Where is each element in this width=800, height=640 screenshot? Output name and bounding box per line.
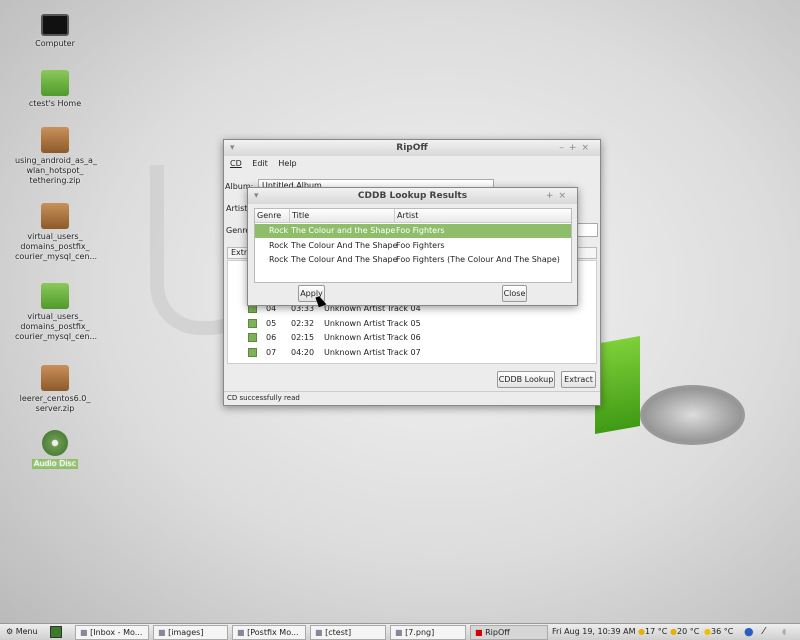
taskbar-button[interactable]: ■ [Inbox - Mo... <box>75 625 149 640</box>
desktop-icon-label: Computer <box>35 39 75 48</box>
result-genre: Rock <box>269 255 289 264</box>
track-checkbox[interactable] <box>248 318 257 328</box>
volume-icon[interactable]: ◖ <box>782 624 786 640</box>
clock[interactable]: Fri Aug 19, 10:39 AM <box>552 624 635 640</box>
col-artist[interactable]: Artist <box>394 209 418 222</box>
desktop-icon-label: leerer_centos6.0_ server.zip <box>19 394 91 413</box>
menu-cd[interactable]: CD <box>230 159 242 168</box>
result-row[interactable]: Rock The Colour And The Shape Foo Fighte… <box>255 239 571 253</box>
desktop-icon-folder[interactable]: virtual_users_ domains_postfix_ courier_… <box>15 283 98 342</box>
dialog-menu-icon[interactable]: ▾ <box>254 188 259 204</box>
zip-icon <box>41 127 69 153</box>
close-button[interactable]: Close <box>502 285 527 302</box>
network-icon[interactable]: ⁄ <box>763 624 765 640</box>
desktop-icon-label: Audio Disc <box>31 459 79 469</box>
result-artist: Foo Fighters (The Colour And The Shape) <box>396 255 560 264</box>
window-controls[interactable]: –+× <box>559 140 594 156</box>
update-icon[interactable]: ● <box>744 624 754 640</box>
col-genre[interactable]: Genre <box>257 209 281 222</box>
track-time: 02:32 <box>291 318 315 328</box>
result-title: The Colour And The Shape <box>291 255 398 264</box>
desktop-icon-zip[interactable]: virtual_users_ domains_postfix_ courier_… <box>15 203 98 262</box>
track-checkbox[interactable] <box>248 333 257 342</box>
mint-logo-green <box>595 336 640 434</box>
desktop-icon-label: using_android_as_a_ wlan_hotspot_ tether… <box>15 156 97 185</box>
dialog-controls[interactable]: +× <box>546 188 571 204</box>
app-icon: ■ <box>475 628 483 637</box>
result-artist: Foo Fighters <box>396 226 445 235</box>
result-artist: Foo Fighters <box>396 240 445 250</box>
zip-icon <box>41 365 69 391</box>
window-menu-icon[interactable]: ▾ <box>230 140 235 156</box>
col-title[interactable]: Title <box>289 209 309 222</box>
window-title: RipOff <box>396 143 428 153</box>
mint-logo-badge <box>640 385 745 445</box>
disc-icon <box>42 430 68 456</box>
track-title: Track 07 <box>387 347 421 357</box>
dialog-titlebar[interactable]: ▾ CDDB Lookup Results +× <box>248 188 577 204</box>
desktop-icon-disc[interactable]: Audio Disc <box>15 430 95 469</box>
result-row[interactable]: Rock The Colour and the Shape Foo Fighte… <box>255 224 571 238</box>
desktop-icon-home[interactable]: ctest's Home <box>15 70 95 109</box>
result-title: The Colour And The Shape <box>291 240 398 250</box>
result-title: The Colour and the Shape <box>291 226 396 235</box>
table-header: Genre Title Artist <box>255 209 571 223</box>
track-number: 05 <box>266 318 277 328</box>
desktop-icon-label: ctest's Home <box>28 99 82 108</box>
app-icon: ■ <box>237 628 245 637</box>
desktop-icon-label: virtual_users_ domains_postfix_ courier_… <box>15 312 98 341</box>
track-row[interactable]: 07 04:20 Unknown Artist Track 07 <box>228 346 596 360</box>
track-title: Track 06 <box>387 333 421 342</box>
weather-3: ●36 °C <box>704 627 734 636</box>
weather-2: ●20 °C <box>670 627 700 636</box>
extract-button[interactable]: Extract <box>561 371 596 388</box>
app-icon: ■ <box>80 628 88 637</box>
result-row[interactable]: Rock The Colour And The Shape Foo Fighte… <box>255 253 571 267</box>
track-artist: Unknown Artist <box>324 318 386 328</box>
taskbar-button[interactable]: ■ RipOff <box>470 625 548 640</box>
results-table: Genre Title Artist Rock The Colour and t… <box>254 208 572 283</box>
artist-label: Artist <box>226 204 248 213</box>
dialog-title: CDDB Lookup Results <box>357 191 468 201</box>
desktop-icon-zip[interactable]: using_android_as_a_ wlan_hotspot_ tether… <box>15 127 97 186</box>
zip-icon <box>41 203 69 229</box>
desktop-icon-zip[interactable]: leerer_centos6.0_ server.zip <box>15 365 95 414</box>
status-bar: CD successfully read <box>224 391 600 404</box>
result-genre: Rock <box>269 240 289 250</box>
desktop-icon-label: virtual_users_ domains_postfix_ courier_… <box>15 232 98 261</box>
menu-edit[interactable]: Edit <box>252 159 268 168</box>
taskbar-button[interactable]: ■ [ctest] <box>310 625 386 640</box>
ripoff-titlebar[interactable]: ▾ RipOff –+× <box>224 140 600 156</box>
cddb-lookup-button[interactable]: CDDB Lookup <box>497 371 555 388</box>
menu-button[interactable]: ⚙ Menu <box>6 624 38 640</box>
track-row[interactable]: 06 02:15 Unknown Artist Track 06 <box>228 331 596 345</box>
app-icon: ■ <box>395 628 403 637</box>
taskbar: ⚙ Menu ■ [Inbox - Mo... ■ [images] ■ [Post… <box>0 623 800 640</box>
computer-icon <box>41 14 69 36</box>
track-artist: Unknown Artist <box>324 347 386 357</box>
track-title: Track 05 <box>387 318 421 328</box>
track-row[interactable]: 05 02:32 Unknown Artist Track 05 <box>228 317 596 331</box>
menubar: CD Edit Help <box>230 159 297 168</box>
app-icon: ■ <box>315 628 323 637</box>
taskbar-button[interactable]: ■ [Postfix Mo... <box>232 625 306 640</box>
track-number: 07 <box>266 347 277 357</box>
taskbar-button[interactable]: ■ [7.png] <box>390 625 466 640</box>
result-genre: Rock <box>269 226 289 235</box>
weather-1: ●17 °C <box>638 627 668 636</box>
track-time: 02:15 <box>291 333 315 342</box>
menu-help[interactable]: Help <box>278 159 296 168</box>
taskbar-button[interactable]: ■ [images] <box>153 625 228 640</box>
desktop-icon-computer[interactable]: Computer <box>15 14 95 49</box>
home-icon <box>41 70 69 96</box>
folder-icon <box>41 283 69 309</box>
show-desktop-icon[interactable] <box>50 626 62 638</box>
track-number: 06 <box>266 333 277 342</box>
app-icon: ■ <box>158 628 166 637</box>
track-checkbox[interactable] <box>248 347 257 357</box>
track-artist: Unknown Artist <box>324 333 386 342</box>
cddb-dialog: ▾ CDDB Lookup Results +× Genre Title Artis… <box>247 187 578 306</box>
track-time: 04:20 <box>291 347 315 357</box>
